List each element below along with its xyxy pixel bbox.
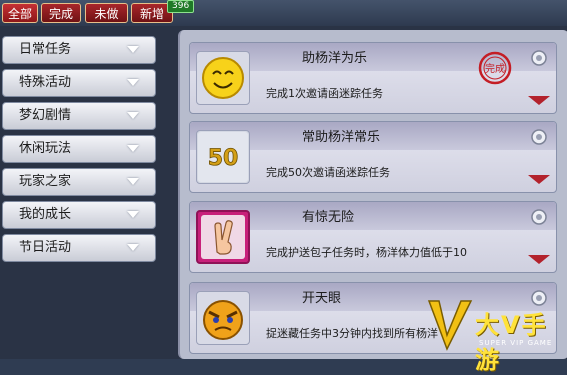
quest-title: 有惊无险 bbox=[302, 210, 355, 225]
quest-description: 捉迷藏任务中3分钟内找到所有杨洋 bbox=[266, 327, 438, 340]
watermark-logo: 大V手游 SUPER VIP GAME bbox=[425, 297, 565, 374]
category-label: 休闲玩法 bbox=[19, 141, 72, 156]
chevron-down-icon bbox=[127, 145, 139, 152]
completed-stamp-label: 完成 bbox=[485, 62, 505, 75]
quest-card[interactable]: 有惊无险 完成护送包子任务时，杨洋体力值低于10 bbox=[189, 201, 557, 273]
quest-description: 完成1次邀请函迷踪任务 bbox=[266, 87, 383, 100]
category-label: 日常任务 bbox=[19, 42, 72, 57]
quest-title: 常助杨洋常乐 bbox=[302, 130, 381, 145]
category-story[interactable]: 梦幻剧情 bbox=[2, 102, 156, 130]
category-label: 玩家之家 bbox=[19, 174, 72, 189]
quest-icon-number: 50 bbox=[208, 146, 239, 171]
new-count-badge: 396 bbox=[167, 0, 195, 13]
category-label: 节日活动 bbox=[19, 240, 72, 255]
category-my-growth[interactable]: 我的成长 bbox=[2, 201, 156, 229]
chevron-down-icon bbox=[127, 211, 139, 218]
category-label: 特殊活动 bbox=[19, 75, 72, 90]
expand-arrow-icon[interactable] bbox=[528, 96, 550, 105]
quest-title: 助杨洋为乐 bbox=[302, 51, 368, 66]
watermark-subtitle: SUPER VIP GAME bbox=[479, 339, 553, 347]
tab-completed[interactable]: 完成 bbox=[41, 3, 81, 23]
category-festival[interactable]: 节日活动 bbox=[2, 234, 156, 262]
smiley-face-icon bbox=[196, 51, 250, 105]
category-player-home[interactable]: 玩家之家 bbox=[2, 168, 156, 196]
category-leisure[interactable]: 休闲玩法 bbox=[2, 135, 156, 163]
gear-icon[interactable] bbox=[530, 49, 548, 71]
chevron-down-icon bbox=[127, 178, 139, 185]
chevron-down-icon bbox=[127, 112, 139, 119]
chevron-down-icon bbox=[127, 79, 139, 86]
quest-card[interactable]: 助杨洋为乐 完成1次邀请函迷踪任务 完成 bbox=[189, 42, 557, 114]
quest-description: 完成50次邀请函迷踪任务 bbox=[266, 166, 390, 179]
category-label: 我的成长 bbox=[19, 207, 72, 222]
category-label: 梦幻剧情 bbox=[19, 108, 72, 123]
tab-not-done[interactable]: 未做 bbox=[85, 3, 128, 23]
chevron-down-icon bbox=[127, 46, 139, 53]
chevron-down-icon bbox=[127, 244, 139, 251]
category-daily-tasks[interactable]: 日常任务 bbox=[2, 36, 156, 64]
filter-tab-bar: 全部 完成 未做 新增 396 bbox=[0, 0, 567, 26]
quest-card[interactable]: 50 常助杨洋常乐 完成50次邀请函迷踪任务 bbox=[189, 121, 557, 193]
quest-description: 完成护送包子任务时，杨洋体力值低于10 bbox=[266, 246, 467, 259]
gear-icon[interactable] bbox=[530, 128, 548, 150]
category-sidebar: 日常任务 特殊活动 梦幻剧情 休闲玩法 玩家之家 我的成长 节日活动 bbox=[0, 26, 174, 359]
gear-icon[interactable] bbox=[530, 208, 548, 230]
angry-face-icon bbox=[196, 291, 250, 345]
number-50-icon: 50 bbox=[196, 130, 250, 184]
completed-stamp-icon: 完成 bbox=[478, 51, 512, 89]
category-special-events[interactable]: 特殊活动 bbox=[2, 69, 156, 97]
quest-title: 开天眼 bbox=[302, 291, 342, 306]
expand-arrow-icon[interactable] bbox=[528, 175, 550, 184]
tab-all[interactable]: 全部 bbox=[2, 3, 38, 23]
expand-arrow-icon[interactable] bbox=[528, 255, 550, 264]
victory-hand-icon bbox=[196, 210, 250, 264]
